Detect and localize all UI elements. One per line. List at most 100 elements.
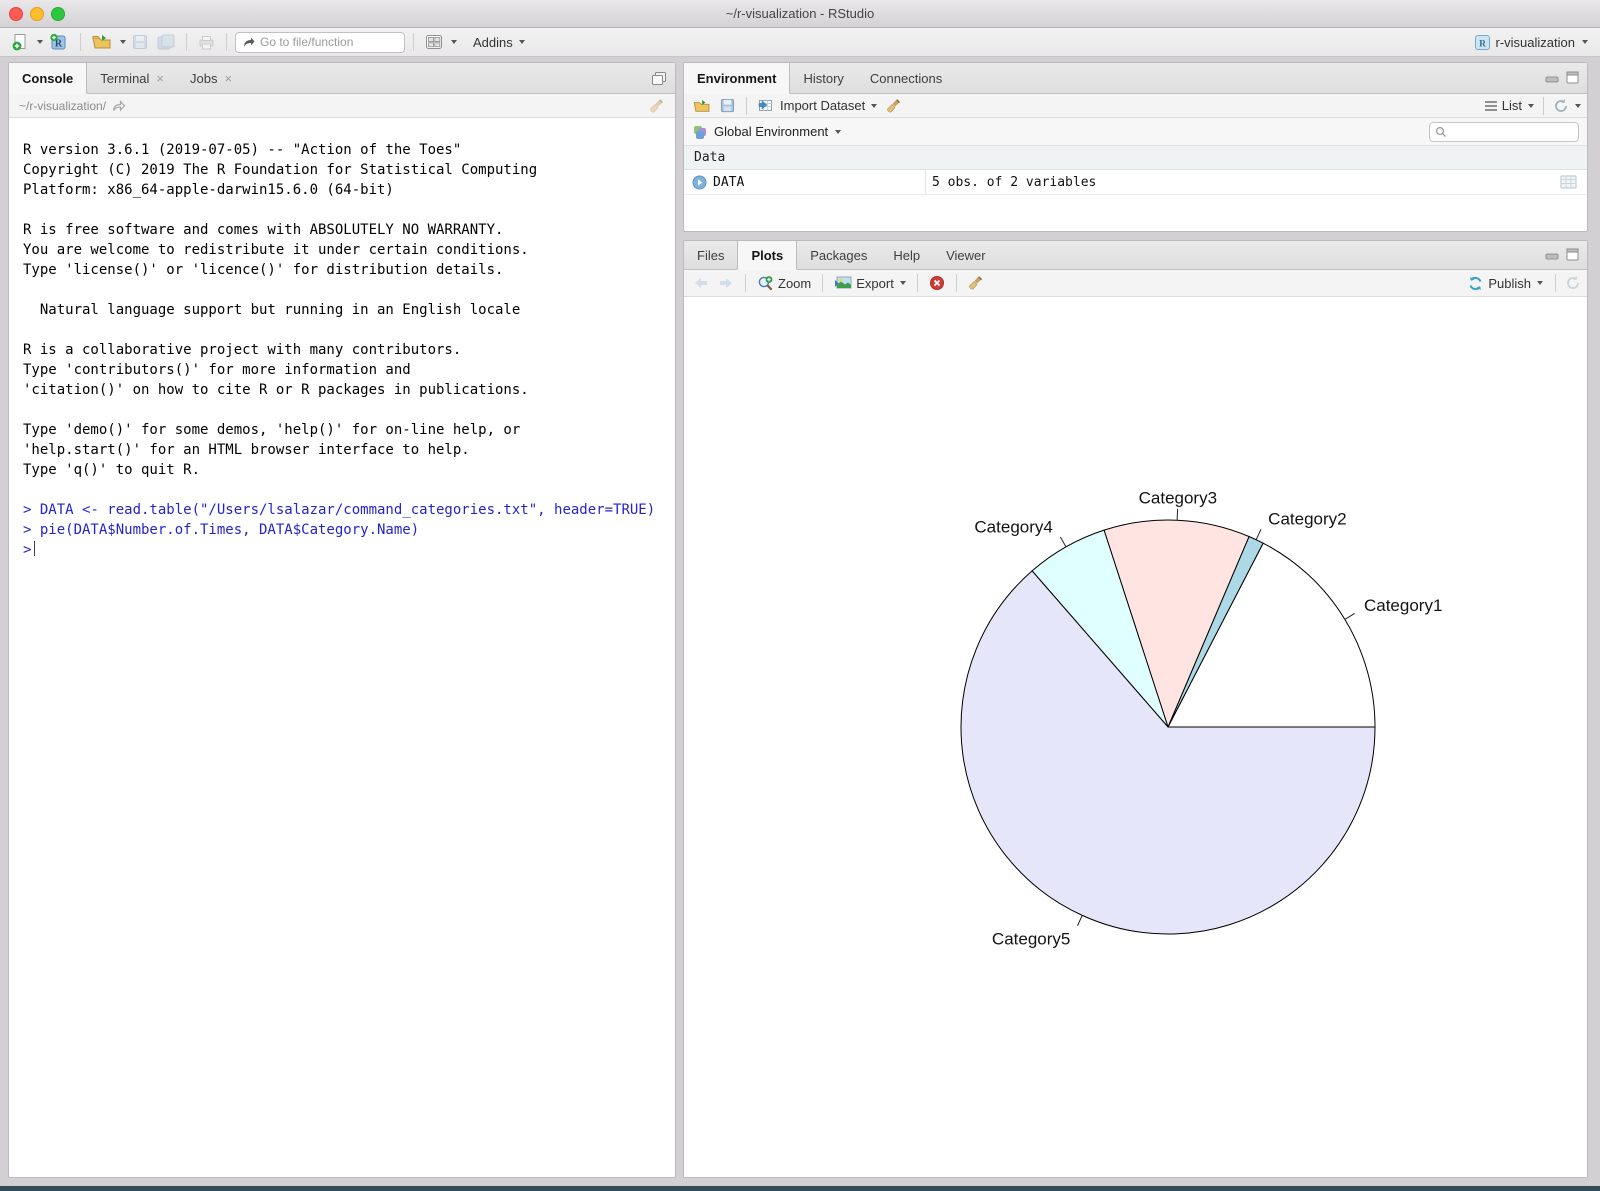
new-file-button[interactable] [8,31,32,53]
pane-layout-button[interactable] [422,32,446,52]
desktop-edge [0,1186,1600,1191]
tab-terminal[interactable]: Terminal × [87,63,177,93]
open-file-button[interactable] [89,32,115,52]
console-output-line [23,200,675,220]
pie-label-tick [1177,509,1178,520]
save-all-button[interactable] [154,32,178,52]
goto-file-function-box[interactable] [235,32,405,53]
environment-scope-caret [835,130,841,134]
window-title: ~/r-visualization - RStudio [0,6,1600,21]
open-folder-icon [693,99,711,113]
console-output-line: Type 'q()' to quit R. [23,460,675,480]
tab-label: Environment [697,71,776,86]
publish-button[interactable]: Publish [1464,273,1546,294]
tab-files[interactable]: Files [684,241,737,269]
minimize-window-button[interactable] [30,7,44,21]
pane-layout-grid-icon [425,34,443,50]
view-data-grid-icon[interactable] [1560,175,1577,189]
console-output[interactable]: R version 3.6.1 (2019-07-05) -- "Action … [9,118,675,560]
tab-packages[interactable]: Packages [797,241,880,269]
zoom-plot-button[interactable]: Zoom [754,273,814,294]
maximize-pane-icon[interactable] [651,71,667,86]
clear-environment-button[interactable] [883,96,905,116]
maximize-pane-icon[interactable] [1566,71,1579,84]
pie-label-category4: Category4 [974,517,1052,536]
save-workspace-button[interactable] [717,96,738,115]
clear-console-broom-icon[interactable] [649,98,665,114]
clear-all-plots-button[interactable] [965,273,987,293]
console-output-line: 'help.start()' for an HTML browser inter… [23,440,675,460]
load-workspace-button[interactable] [690,97,714,115]
tab-history[interactable]: History [790,63,856,93]
close-window-button[interactable] [9,7,23,21]
import-dataset-button[interactable]: Import Dataset [755,96,880,115]
goto-file-function-input[interactable] [260,35,390,49]
minimize-pane-icon[interactable] [1545,249,1559,261]
console-output-line: Platform: x86_64-apple-darwin15.6.0 (64-… [23,180,675,200]
environment-search-input[interactable] [1451,125,1571,139]
pane-layout-dropdown-caret[interactable] [451,40,457,44]
tab-label: Viewer [946,248,986,263]
close-tab-icon[interactable]: × [224,71,232,86]
console-output-line: R is a collaborative project with many c… [23,340,675,360]
new-project-icon: R [49,32,69,52]
environment-toolbar: Import Dataset List [684,94,1587,118]
refresh-icon[interactable] [1553,98,1569,114]
tab-jobs[interactable]: Jobs× [177,63,245,93]
environment-search-box[interactable] [1429,122,1579,142]
tab-connections[interactable]: Connections [857,63,955,93]
import-dataset-icon [758,98,776,113]
tab-plots[interactable]: Plots [737,241,797,270]
tab-environment[interactable]: Environment [684,63,790,94]
console-command-line: > pie(DATA$Number.of.Times, DATA$Categor… [23,520,675,540]
console-output-line: R version 3.6.1 (2019-07-05) -- "Action … [23,140,675,160]
minimize-pane-icon[interactable] [1545,72,1559,84]
main-toolbar: R Addins R r-visualization [0,28,1600,57]
environment-scope-button[interactable]: Global Environment [714,124,841,139]
refresh-plot-icon[interactable] [1565,275,1581,291]
tab-label: Terminal [100,71,149,86]
new-project-button[interactable]: R [46,30,72,54]
maximize-pane-icon[interactable] [1566,248,1579,261]
open-file-dropdown-caret[interactable] [120,40,126,44]
refresh-dropdown-caret[interactable] [1575,104,1581,108]
console-working-dir-bar: ~/r-visualization/ [9,94,675,118]
new-file-icon [11,33,29,51]
pie-label-tick [1060,537,1066,547]
environment-pane: Environment HistoryConnections Import Dat… [683,62,1588,232]
pie-label-category5: Category5 [992,929,1070,948]
remove-plot-button[interactable] [926,273,948,293]
next-plot-button[interactable] [715,274,737,292]
print-icon [198,35,215,50]
list-view-button[interactable]: List [1502,98,1522,113]
project-menu-button[interactable]: R r-visualization [1474,34,1592,51]
project-r-cube-icon: R [1474,34,1491,51]
console-tabbar: ConsoleTerminal×Jobs× [9,63,675,94]
expand-object-icon[interactable] [692,175,707,190]
export-plot-button[interactable]: Export [831,274,909,293]
console-output-line: Type 'contributors()' for more informati… [23,360,675,380]
close-tab-icon[interactable]: × [156,71,164,86]
goto-directory-arrow-icon[interactable] [112,100,126,112]
environment-object-row[interactable]: DATA 5 obs. of 2 variables [684,170,1587,195]
tab-label: Help [893,248,920,263]
console-output-line: You are welcome to redistribute it under… [23,240,675,260]
toolbar-separator [186,33,187,51]
console-prompt-line[interactable]: > [23,540,675,560]
publish-dropdown-caret [1537,281,1543,285]
previous-plot-button[interactable] [690,274,712,292]
tab-console[interactable]: Console [9,63,87,94]
tab-help[interactable]: Help [880,241,933,269]
save-button[interactable] [129,32,151,52]
zoom-label: Zoom [778,276,811,291]
broom-icon [886,98,902,114]
zoom-window-button[interactable] [51,7,65,21]
list-view-caret[interactable] [1528,104,1534,108]
tab-label: Packages [810,248,867,263]
console-output-line: Type 'license()' or 'licence()' for dist… [23,260,675,280]
addins-button[interactable]: Addins [470,33,528,52]
new-file-dropdown-caret[interactable] [37,40,43,44]
export-dropdown-caret [900,281,906,285]
tab-viewer[interactable]: Viewer [933,241,999,269]
print-button[interactable] [195,33,218,52]
